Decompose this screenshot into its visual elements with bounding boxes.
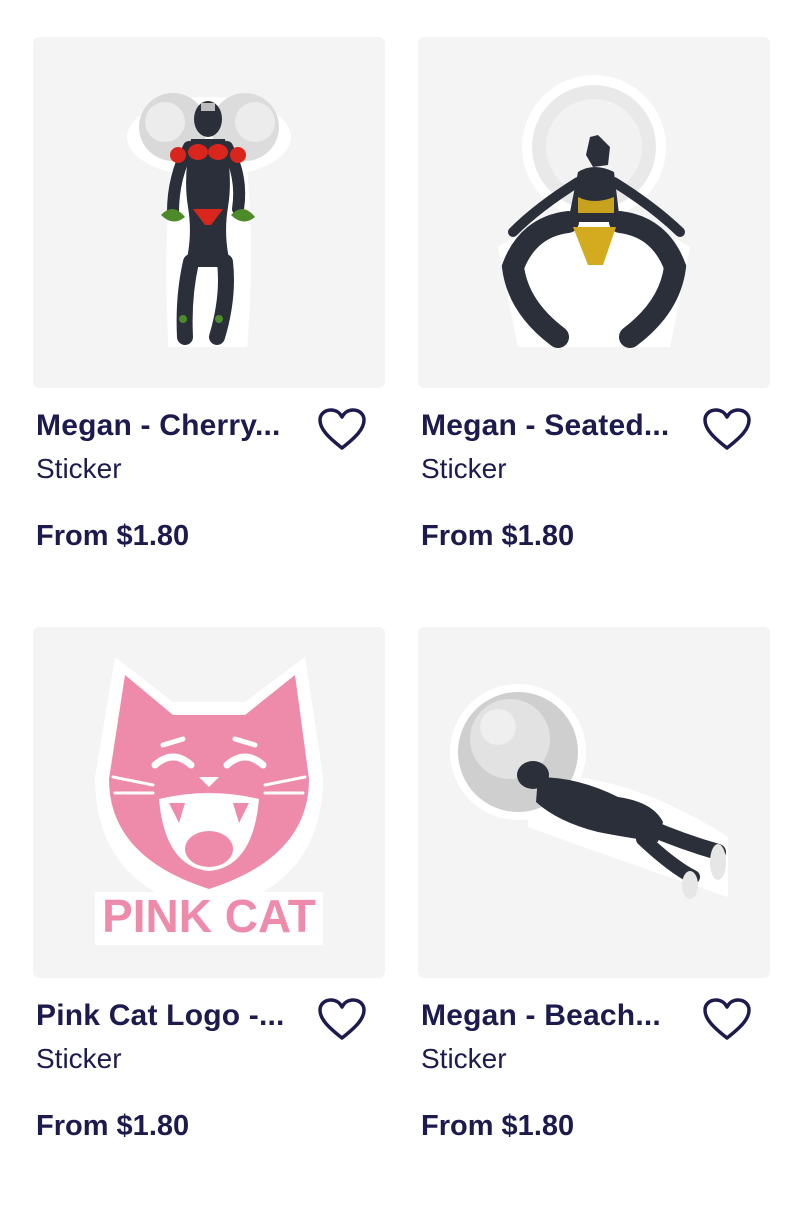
product-type: Sticker (36, 1043, 122, 1074)
title-row: Megan - Seated... (418, 408, 770, 450)
product-thumbnail[interactable] (418, 627, 770, 978)
heart-icon[interactable] (316, 996, 368, 1042)
product-thumbnail[interactable] (33, 37, 385, 388)
product-type: Sticker (421, 453, 507, 484)
product-thumbnail[interactable]: PINK CAT (33, 627, 385, 978)
product-card[interactable]: Megan - Seated... Sticker From $1.80 (418, 37, 770, 627)
product-card[interactable]: Megan - Beach... Sticker From $1.80 (418, 627, 770, 1217)
logo-text: PINK CAT (102, 890, 316, 942)
product-price: From $1.80 (421, 520, 575, 552)
product-type: Sticker (421, 1043, 507, 1074)
title-row: Pink Cat Logo -... (33, 998, 385, 1040)
heart-icon[interactable] (701, 996, 753, 1042)
product-title[interactable]: Megan - Seated... (421, 408, 691, 444)
sticker-character-beach-image (450, 684, 728, 899)
product-title[interactable]: Megan - Cherry... (36, 408, 306, 444)
product-card[interactable]: Megan - Cherry... Sticker From $1.80 (33, 37, 385, 627)
product-price: From $1.80 (36, 520, 190, 552)
sticker-character-seated-image (498, 75, 690, 348)
product-card[interactable]: PINK CAT Pink Cat Logo -... Sticker From… (33, 627, 385, 1217)
sticker-pink-cat-logo-image: PINK CAT (95, 657, 323, 945)
product-price: From $1.80 (36, 1110, 190, 1142)
product-thumbnail[interactable] (418, 37, 770, 388)
product-grid: Megan - Cherry... Sticker From $1.80 Meg… (33, 37, 770, 1217)
sticker-character-cherry-image (127, 93, 291, 347)
heart-icon[interactable] (316, 406, 368, 452)
product-price: From $1.80 (421, 1110, 575, 1142)
product-title[interactable]: Pink Cat Logo -... (36, 998, 306, 1034)
product-type: Sticker (36, 453, 122, 484)
heart-icon[interactable] (701, 406, 753, 452)
title-row: Megan - Cherry... (33, 408, 385, 450)
product-title[interactable]: Megan - Beach... (421, 998, 691, 1034)
title-row: Megan - Beach... (418, 998, 770, 1040)
